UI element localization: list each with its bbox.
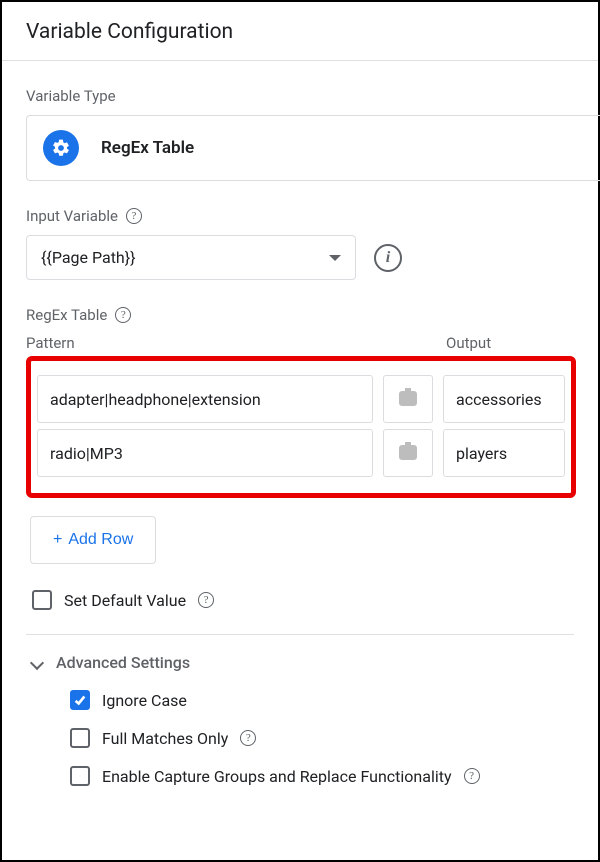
- variable-type-card[interactable]: RegEx Table: [26, 115, 600, 181]
- table-row: adapter|headphone|extension accessories: [37, 375, 565, 423]
- variable-type-label-text: Variable Type: [26, 87, 116, 105]
- advanced-settings-body: Ignore Case Full Matches Only ? Enable C…: [26, 690, 574, 786]
- regex-table-highlight: adapter|headphone|extension accessories …: [26, 356, 576, 498]
- help-icon[interactable]: ?: [198, 592, 214, 608]
- full-matches-checkbox[interactable]: [70, 728, 90, 748]
- input-variable-label-text: Input Variable: [26, 207, 118, 225]
- output-input[interactable]: accessories: [443, 375, 565, 423]
- input-variable-select[interactable]: {{Page Path}}: [26, 235, 356, 280]
- input-variable-label: Input Variable ?: [26, 207, 574, 225]
- chevron-down-icon: [30, 655, 44, 669]
- capture-groups-label: Enable Capture Groups and Replace Functi…: [102, 767, 452, 786]
- help-icon[interactable]: ?: [464, 768, 480, 784]
- divider: [26, 634, 574, 635]
- pattern-input[interactable]: radio|MP3: [37, 429, 373, 477]
- insert-variable-button[interactable]: [383, 429, 433, 477]
- capture-groups-checkbox[interactable]: [70, 766, 90, 786]
- variable-type-name: RegEx Table: [101, 138, 194, 158]
- input-variable-value: {{Page Path}}: [41, 248, 136, 267]
- pattern-input[interactable]: adapter|headphone|extension: [37, 375, 373, 423]
- add-row-label: Add Row: [68, 531, 133, 549]
- set-default-row: Set Default Value ?: [32, 590, 574, 610]
- ignore-case-row: Ignore Case: [70, 690, 574, 710]
- info-icon[interactable]: i: [374, 244, 402, 272]
- advanced-settings-title: Advanced Settings: [56, 653, 190, 672]
- ignore-case-checkbox[interactable]: [70, 690, 90, 710]
- advanced-settings-toggle[interactable]: Advanced Settings: [26, 653, 574, 672]
- output-input[interactable]: players: [443, 429, 565, 477]
- brick-icon: [396, 442, 420, 464]
- full-matches-label: Full Matches Only: [102, 729, 228, 748]
- insert-variable-button[interactable]: [383, 375, 433, 423]
- variable-type-label: Variable Type: [26, 87, 574, 105]
- plus-icon: +: [53, 531, 62, 549]
- help-icon[interactable]: ?: [240, 730, 256, 746]
- set-default-checkbox[interactable]: [32, 590, 52, 610]
- set-default-label: Set Default Value: [64, 591, 186, 610]
- help-icon[interactable]: ?: [115, 307, 131, 323]
- regex-table-label-text: RegEx Table: [26, 306, 107, 324]
- full-matches-row: Full Matches Only ?: [70, 728, 574, 748]
- page-title: Variable Configuration: [2, 2, 598, 61]
- output-header: Output: [446, 334, 491, 352]
- table-row: radio|MP3 players: [37, 429, 565, 477]
- add-row-button[interactable]: + Add Row: [30, 516, 156, 564]
- ignore-case-label: Ignore Case: [102, 691, 187, 710]
- help-icon[interactable]: ?: [126, 208, 142, 224]
- chevron-down-icon: [329, 255, 341, 261]
- gear-icon: [43, 130, 79, 166]
- capture-groups-row: Enable Capture Groups and Replace Functi…: [70, 766, 574, 786]
- pattern-header: Pattern: [26, 334, 446, 352]
- brick-icon: [396, 388, 420, 410]
- regex-table-label: RegEx Table ?: [26, 306, 574, 324]
